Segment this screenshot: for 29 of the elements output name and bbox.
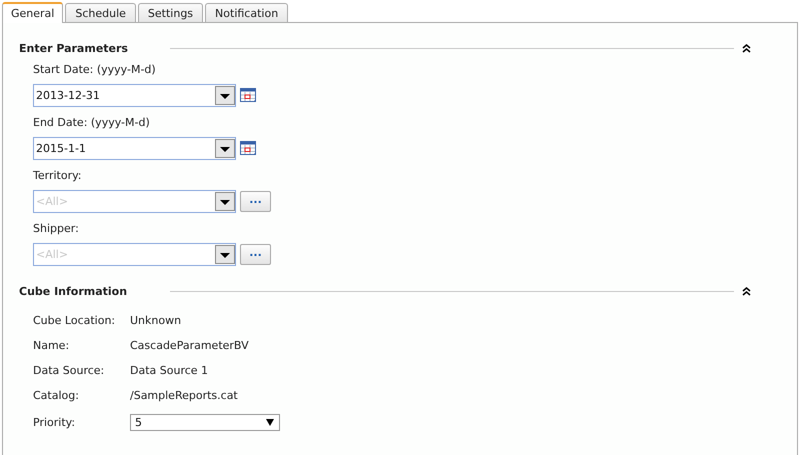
date-combo-box[interactable]: 2013-12-31	[33, 84, 236, 107]
collapse-icon[interactable]	[742, 44, 751, 52]
priority-select[interactable]: 5	[130, 414, 280, 431]
browse-button[interactable]: ...	[240, 191, 271, 212]
section-title: Cube Information	[19, 284, 128, 298]
tab[interactable]: Schedule	[65, 3, 136, 22]
field-label: End Date: (yyyy-M-d)	[33, 116, 151, 130]
info-value: CascadeParameterBV	[130, 339, 250, 353]
field-label: Start Date: (yyyy-M-d)	[33, 63, 157, 77]
info-value: Data Source 1	[130, 364, 210, 378]
browse-button[interactable]: ...	[240, 244, 271, 265]
calendar-icon[interactable]	[240, 141, 257, 156]
section-title: Enter Parameters	[19, 42, 129, 54]
info-label: Data Source:	[33, 364, 106, 378]
tab[interactable]: Settings	[138, 3, 204, 22]
calendar-icon[interactable]	[240, 88, 257, 103]
date-combo-box[interactable]: 2015-1-1	[33, 137, 236, 160]
info-value: Unknown	[130, 314, 182, 328]
tab[interactable]: Notification	[205, 3, 288, 22]
info-label: Catalog:	[33, 389, 80, 403]
field-label: Shipper:	[33, 222, 80, 236]
field-label: Territory:	[33, 169, 83, 183]
dropdown-arrow-icon	[266, 419, 274, 426]
tab[interactable]: General	[2, 2, 64, 23]
collapse-icon[interactable]	[742, 286, 751, 296]
info-label: Name:	[33, 339, 70, 353]
info-label: Cube Location:	[33, 314, 116, 328]
priority-label: Priority:	[33, 416, 76, 430]
info-value: /SampleReports.cat	[130, 389, 239, 403]
